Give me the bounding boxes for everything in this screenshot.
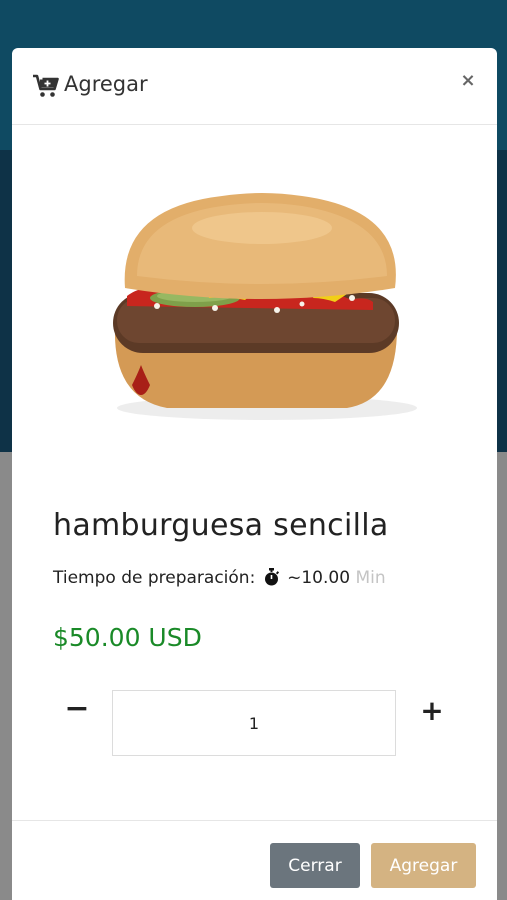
quantity-input[interactable] bbox=[112, 690, 396, 756]
preparation-time: Tiempo de preparación: ~10.00 Min bbox=[53, 568, 386, 588]
product-price: $50.00 USD bbox=[53, 623, 202, 652]
stopwatch-icon bbox=[264, 568, 279, 586]
modal-header: Agregar × bbox=[12, 48, 497, 125]
prep-time-unit: Min bbox=[355, 568, 386, 588]
modal-title: Agregar bbox=[64, 72, 148, 96]
add-to-cart-modal: Agregar × hamburguesa sencilla Tiempo de… bbox=[12, 48, 497, 900]
cart-plus-icon bbox=[33, 74, 59, 97]
cancel-button[interactable]: Cerrar bbox=[270, 843, 360, 888]
increment-quantity-button[interactable]: + bbox=[417, 696, 447, 726]
add-to-cart-button[interactable]: Agregar bbox=[371, 843, 476, 888]
close-icon[interactable]: × bbox=[457, 70, 479, 92]
modal-footer: Cerrar Agregar bbox=[12, 820, 497, 900]
product-image bbox=[113, 193, 417, 420]
product-name: hamburguesa sencilla bbox=[53, 508, 389, 543]
decrement-quantity-button[interactable]: − bbox=[62, 694, 92, 724]
prep-time-value: ~10.00 bbox=[287, 568, 351, 588]
prep-time-label: Tiempo de preparación: bbox=[53, 568, 256, 588]
